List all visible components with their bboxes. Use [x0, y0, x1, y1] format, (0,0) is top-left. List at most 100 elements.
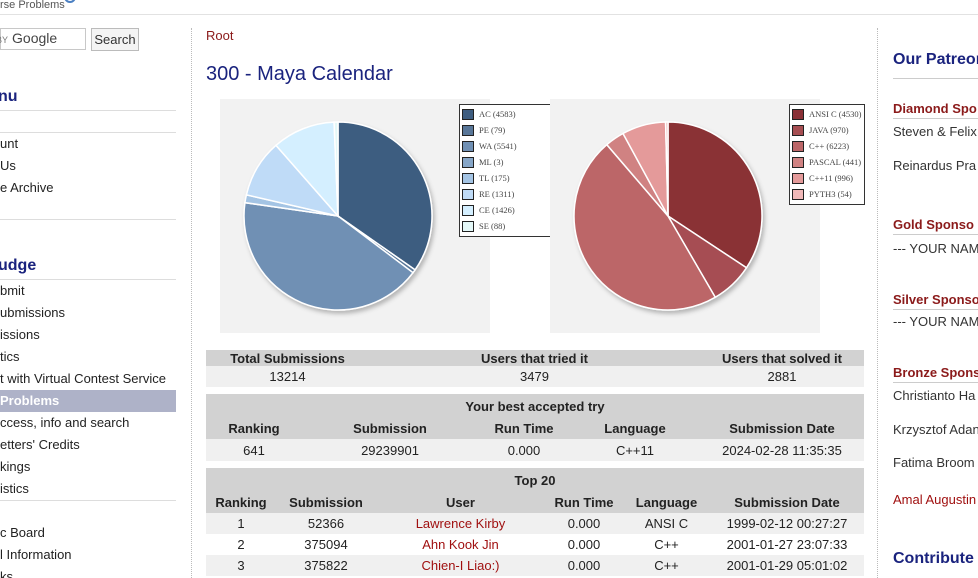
google-search-brand: BYGoogle [0, 30, 58, 46]
legend-swatch [462, 189, 474, 200]
legend-swatch [792, 157, 804, 168]
top20-header-ranking: Ranking [206, 492, 276, 513]
legend-label: ML (3) [479, 157, 504, 167]
runtime-cell: 0.000 [567, 537, 601, 552]
sidebar-item-quick-access[interactable]: ccess, info and search [0, 412, 176, 434]
site-brand: rse Problems [0, 0, 65, 11]
legend-label: JAVA (970) [809, 125, 849, 135]
legend-label: CE (1426) [479, 205, 515, 215]
sidebar-item-contact-us[interactable]: Us [0, 155, 176, 177]
language-chart-panel [550, 99, 820, 333]
legend-swatch [462, 173, 474, 184]
submission-stats-table: Total Submissions Users that tried it Us… [206, 350, 864, 387]
legend-item: RE (1311) [460, 187, 553, 203]
divider [893, 309, 978, 310]
best-header-ranking: Ranking [206, 418, 302, 439]
divider [893, 78, 978, 79]
legend-label: WA (5541) [479, 141, 517, 151]
best-ranking: 641 [243, 442, 265, 458]
top20-table: Top 20 Ranking Submission User Run Time … [206, 468, 864, 576]
legend-item: C++11 (996) [790, 171, 864, 187]
legend-swatch [462, 157, 474, 168]
sidebar-item-information[interactable]: l Information [0, 544, 176, 566]
legend-item: PE (79) [460, 123, 553, 139]
language-cell: C++ [654, 537, 679, 552]
legend-item: PYTH3 (54) [790, 187, 864, 203]
top20-header-user: User [376, 492, 545, 513]
legend-label: TL (175) [479, 173, 510, 183]
user-link[interactable]: Lawrence Kirby [416, 516, 506, 531]
top-bar: rse Problems [0, 0, 978, 15]
rank-cell: 2 [237, 537, 245, 552]
search-button[interactable]: Search [91, 28, 139, 51]
table-row: 3 375822 Chien-I Liao:) 0.000 C++ 2001-0… [206, 555, 864, 576]
verdict-pie-chart [243, 121, 433, 311]
runtime-cell: 0.000 [567, 516, 601, 531]
sidebar-item-my-submissions[interactable]: ubmissions [0, 302, 176, 324]
sidebar-item-account[interactable]: unt [0, 133, 176, 155]
legend-label: ANSI C (4530) [809, 109, 862, 119]
stats-header-total: Total Submissions [206, 350, 369, 366]
user-link[interactable]: Chien-I Liao:) [421, 558, 499, 573]
contribute-heading: Contribute [893, 550, 974, 567]
sidebar-item-statistics[interactable]: tics [0, 346, 176, 368]
table-row: 2 375094 Ahn Kook Jin 0.000 C++ 2001-01-… [206, 534, 864, 555]
language-cell: C++ [654, 558, 679, 573]
divider [893, 382, 978, 383]
best-header-language: Language [570, 418, 700, 439]
submission-cell: 375822 [304, 558, 348, 573]
rank-cell: 3 [237, 558, 245, 573]
top20-header-date: Submission Date [710, 492, 864, 513]
best-accepted-table: Your best accepted try Ranking Submissio… [206, 394, 864, 461]
divider [0, 219, 176, 220]
verdict-chart-panel [220, 99, 490, 333]
divider [893, 118, 978, 119]
sidebar-item-submissions[interactable]: issions [0, 324, 176, 346]
top20-caption: Top 20 [206, 468, 864, 492]
best-runtime: 0.000 [507, 442, 541, 458]
legend-item: PASCAL (441) [790, 155, 864, 171]
date-cell: 1999-02-12 00:27:27 [726, 516, 848, 531]
best-header-submission: Submission [302, 418, 478, 439]
legend-swatch [462, 141, 474, 152]
best-header-runtime: Run Time [478, 418, 570, 439]
gold-sponsors-heading: Gold Sponso [893, 217, 974, 232]
stats-total-value: 13214 [269, 369, 306, 384]
stats-header-tried: Users that tried it [369, 350, 700, 366]
best-language: C++11 [615, 442, 655, 458]
date-cell: 2001-01-27 23:07:33 [726, 537, 848, 552]
sidebar-item-archive[interactable]: e Archive [0, 177, 176, 199]
user-link[interactable]: Ahn Kook Jin [422, 537, 499, 552]
user-cell: Ahn Kook Jin [376, 534, 545, 555]
sidebar-item-rankings[interactable]: kings [0, 456, 176, 478]
stats-tried-value: 3479 [520, 369, 549, 384]
sidebar-item-virtual-contest[interactable]: t with Virtual Contest Service [0, 368, 176, 390]
language-cell: ANSI C [644, 516, 689, 531]
bronze-sponsor-name: Krzysztof Adan [893, 422, 978, 437]
sidebar-item-statistics-2[interactable]: istics [0, 478, 176, 500]
legend-label: PE (79) [479, 125, 506, 135]
sidebar-item-board[interactable]: c Board [0, 522, 176, 544]
diamond-sponsor-name: Reinardus Pra [893, 158, 977, 173]
column-divider-left [191, 28, 192, 578]
sidebar-item-setters-credits[interactable]: etters' Credits [0, 434, 176, 456]
gold-sponsor-placeholder: --- YOUR NAM [893, 241, 978, 256]
legend-swatch [792, 125, 804, 136]
top20-header-language: Language [623, 492, 710, 513]
bronze-sponsor-name: Fatima Broom [893, 455, 975, 470]
sidebar-item-links[interactable]: ks [0, 566, 176, 578]
legend-swatch [462, 125, 474, 136]
language-pie-chart [573, 121, 763, 311]
stats-header-solved: Users that solved it [700, 350, 864, 366]
silver-sponsor-placeholder: --- YOUR NAM [893, 314, 978, 329]
legend-item: AC (4583) [460, 107, 553, 123]
legend-item: C++ (6223) [790, 139, 864, 155]
breadcrumb-root[interactable]: Root [206, 28, 233, 43]
sidebar-item-problems[interactable]: Problems [0, 390, 176, 412]
legend-swatch [462, 205, 474, 216]
sidebar-item-submit[interactable]: bmit [0, 280, 176, 302]
legend-swatch [462, 109, 474, 120]
legend-label: C++ (6223) [809, 141, 850, 151]
legend-label: AC (4583) [479, 109, 516, 119]
bronze-sponsor-link[interactable]: Amal Augustin [893, 492, 976, 507]
